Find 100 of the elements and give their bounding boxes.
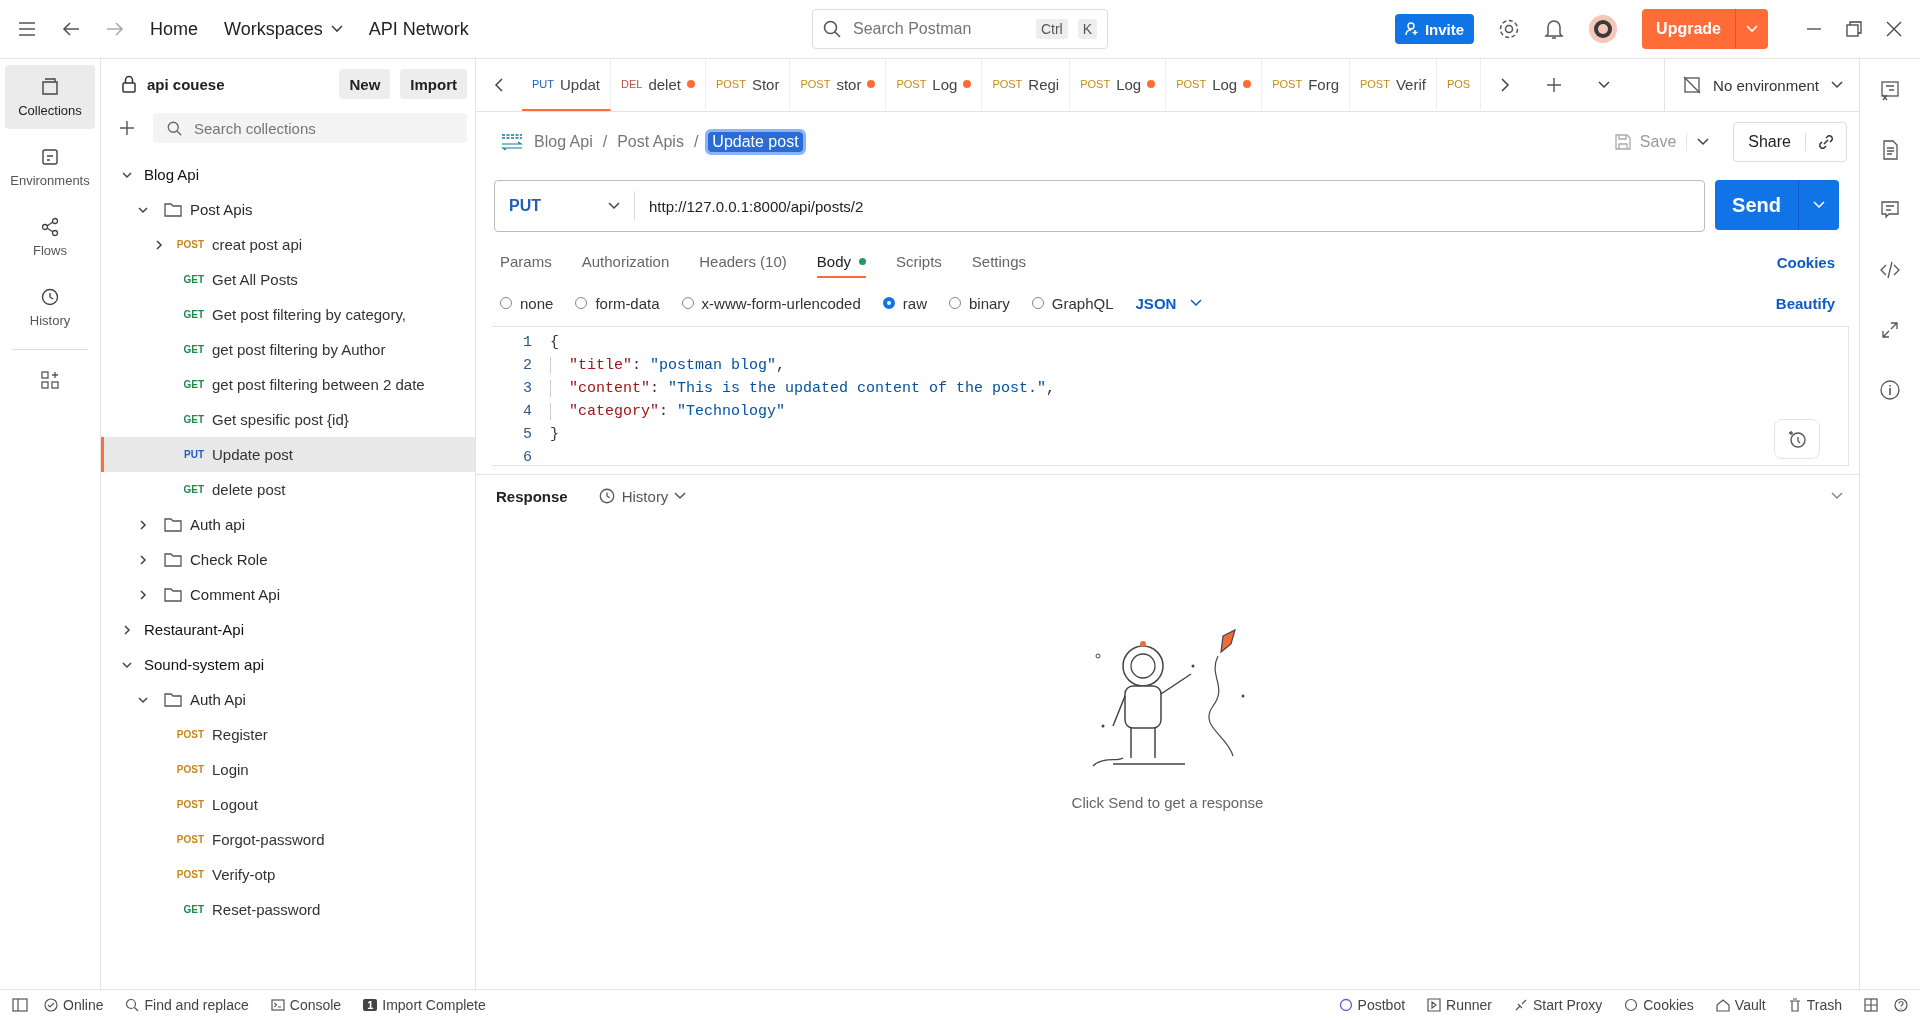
scroll-right-icon[interactable]	[1500, 78, 1510, 92]
tree-item[interactable]: GET Reset-password	[101, 892, 475, 927]
tree-item[interactable]: POST Logout	[101, 787, 475, 822]
code-editor[interactable]: 1 { 2 "title": "postman blog", 3 "content": "This is the updated content of the post.", 4 "category": "Technology" 5 } 6	[492, 326, 1849, 466]
status-bar-item[interactable]: Trash	[1787, 997, 1842, 1013]
tree-item[interactable]: Sound-system api	[101, 647, 475, 682]
variables-icon[interactable]	[1879, 79, 1901, 101]
link-icon[interactable]	[1816, 132, 1836, 152]
cookies-link[interactable]: Cookies	[1776, 253, 1835, 271]
status-bar-item[interactable]: Online	[44, 997, 104, 1013]
request-tab[interactable]: POST Stor	[705, 59, 791, 111]
comment-icon[interactable]	[1879, 199, 1901, 221]
beautify-link[interactable]: Beautify	[1775, 294, 1835, 312]
collapse-chevron-icon[interactable]	[1831, 492, 1843, 500]
chevron-icon[interactable]	[153, 238, 165, 251]
body-type-radio[interactable]: raw	[882, 294, 927, 312]
import-button[interactable]: Import	[400, 69, 467, 99]
tree-item[interactable]: GET Get post filtering by category,	[101, 297, 475, 332]
tree-item[interactable]: GET Get spesific post {id}	[101, 402, 475, 437]
tree-item[interactable]: GET get post filtering by Author	[101, 332, 475, 367]
chevron-icon[interactable]	[137, 588, 149, 601]
tree-item[interactable]: POST Verify-otp	[101, 857, 475, 892]
url-bar[interactable]: PUT http://127.0.0.1:8000/api/posts/2	[494, 180, 1705, 232]
sidebar-nav-item[interactable]: History	[5, 275, 95, 339]
status-bar-item[interactable]: Runner	[1427, 997, 1492, 1013]
body-type-radio[interactable]: binary	[948, 294, 1010, 312]
request-tab[interactable]: POST Forg	[1262, 59, 1350, 111]
tabs-menu-chevron-icon[interactable]	[1598, 81, 1610, 89]
restore-icon[interactable]	[1846, 21, 1862, 37]
history-dropdown[interactable]: History	[597, 487, 687, 505]
request-tab[interactable]: PUT Updat	[522, 59, 612, 111]
request-name-field[interactable]: Update post	[708, 132, 803, 152]
request-tab[interactable]: DEL delet	[611, 59, 706, 111]
request-section-tab[interactable]: Body	[816, 246, 866, 278]
back-arrow-icon[interactable]	[62, 21, 80, 37]
top-nav-link[interactable]: API Network	[368, 18, 469, 40]
request-section-tab[interactable]: Headers (10)	[699, 246, 787, 278]
request-section-tab[interactable]: Settings	[971, 246, 1027, 278]
tree-item[interactable]: POST Forgot-password	[101, 822, 475, 857]
tree-item[interactable]: POST Register	[101, 717, 475, 752]
tree-item[interactable]: GET get post filtering between 2 date	[101, 367, 475, 402]
scroll-left-icon[interactable]	[494, 78, 504, 92]
tree-item[interactable]: Auth api	[101, 507, 475, 542]
menu-icon[interactable]	[18, 22, 36, 36]
tree-item[interactable]: Check Role	[101, 542, 475, 577]
close-icon[interactable]	[1886, 21, 1902, 37]
new-tab-plus-icon[interactable]	[1546, 77, 1562, 93]
tree-item[interactable]: Blog Api	[101, 157, 475, 192]
request-section-tab[interactable]: Params	[500, 246, 552, 278]
tree-item[interactable]: PUT Update post	[101, 437, 475, 472]
search-collections-field[interactable]: Search collections	[153, 113, 467, 143]
request-section-tab[interactable]: Scripts	[896, 246, 942, 278]
sidebar-nav-item[interactable]: Flows	[5, 205, 95, 269]
chevron-icon[interactable]	[137, 553, 149, 566]
request-tab[interactable]: POST Log	[886, 59, 983, 111]
layout-grid-icon[interactable]	[1864, 998, 1878, 1012]
save-options-chevron-icon[interactable]	[1697, 138, 1710, 146]
code-icon[interactable]	[1879, 259, 1901, 281]
environment-selector[interactable]: No environment	[1664, 59, 1859, 111]
tree-item[interactable]: GET delete post	[101, 472, 475, 507]
request-tab[interactable]: POST Log	[1070, 59, 1167, 111]
chevron-icon[interactable]	[137, 518, 149, 531]
avatar-icon[interactable]	[1588, 14, 1619, 44]
body-type-radio[interactable]: x-www-form-urlencoded	[681, 294, 861, 312]
sidebar-toggle-icon[interactable]	[12, 998, 28, 1012]
tree-item[interactable]: Comment Api	[101, 577, 475, 612]
chevron-icon[interactable]	[121, 623, 133, 636]
tree-item[interactable]: Auth Api	[101, 682, 475, 717]
sidebar-nav-item[interactable]: Collections	[5, 65, 95, 129]
settings-icon[interactable]	[1498, 18, 1521, 40]
request-tab[interactable]: POST stor	[790, 59, 887, 111]
invite-button[interactable]: Invite	[1394, 14, 1475, 44]
breadcrumb-link[interactable]: Blog Api	[534, 133, 593, 151]
tree-item[interactable]: GET Get All Posts	[101, 262, 475, 297]
status-bar-item[interactable]: Console	[270, 997, 342, 1013]
status-bar-item[interactable]: Postbot	[1338, 997, 1406, 1013]
request-tab[interactable]: POST Verif	[1349, 59, 1437, 111]
tree-item[interactable]: POST creat post api	[101, 227, 475, 262]
new-button[interactable]: New	[339, 69, 391, 99]
sidebar-nav-item[interactable]: Environments	[5, 135, 95, 199]
status-bar-item[interactable]: Start Proxy	[1514, 997, 1603, 1013]
top-nav-link[interactable]: Workspaces	[224, 18, 323, 40]
add-icon[interactable]	[119, 120, 135, 136]
add-grid-icon[interactable]	[40, 370, 60, 390]
body-type-radio[interactable]: GraphQL	[1031, 294, 1114, 312]
request-tab[interactable]: POST Regi	[982, 59, 1071, 111]
breadcrumb-link[interactable]: Post Apis	[617, 133, 684, 151]
status-bar-item[interactable]: Find and replace	[125, 997, 249, 1013]
status-bar-item[interactable]: 1 Import Complete	[363, 997, 486, 1013]
tree-item[interactable]: Restaurant-Api	[101, 612, 475, 647]
ai-assist-button[interactable]	[1774, 419, 1820, 459]
top-nav-link[interactable]: Home	[150, 18, 198, 40]
body-type-radio[interactable]: form-data	[575, 294, 660, 312]
search-collections-input[interactable]: Search collections	[192, 118, 453, 138]
arrows-icon[interactable]	[1879, 319, 1901, 341]
info-icon[interactable]	[1879, 379, 1901, 401]
request-tab[interactable]: POST Log	[1166, 59, 1263, 111]
request-section-tab[interactable]: Authorization	[581, 246, 670, 278]
search-field[interactable]: Search Postman Ctrl K	[812, 9, 1108, 49]
format-dropdown[interactable]: JSON	[1135, 294, 1203, 312]
